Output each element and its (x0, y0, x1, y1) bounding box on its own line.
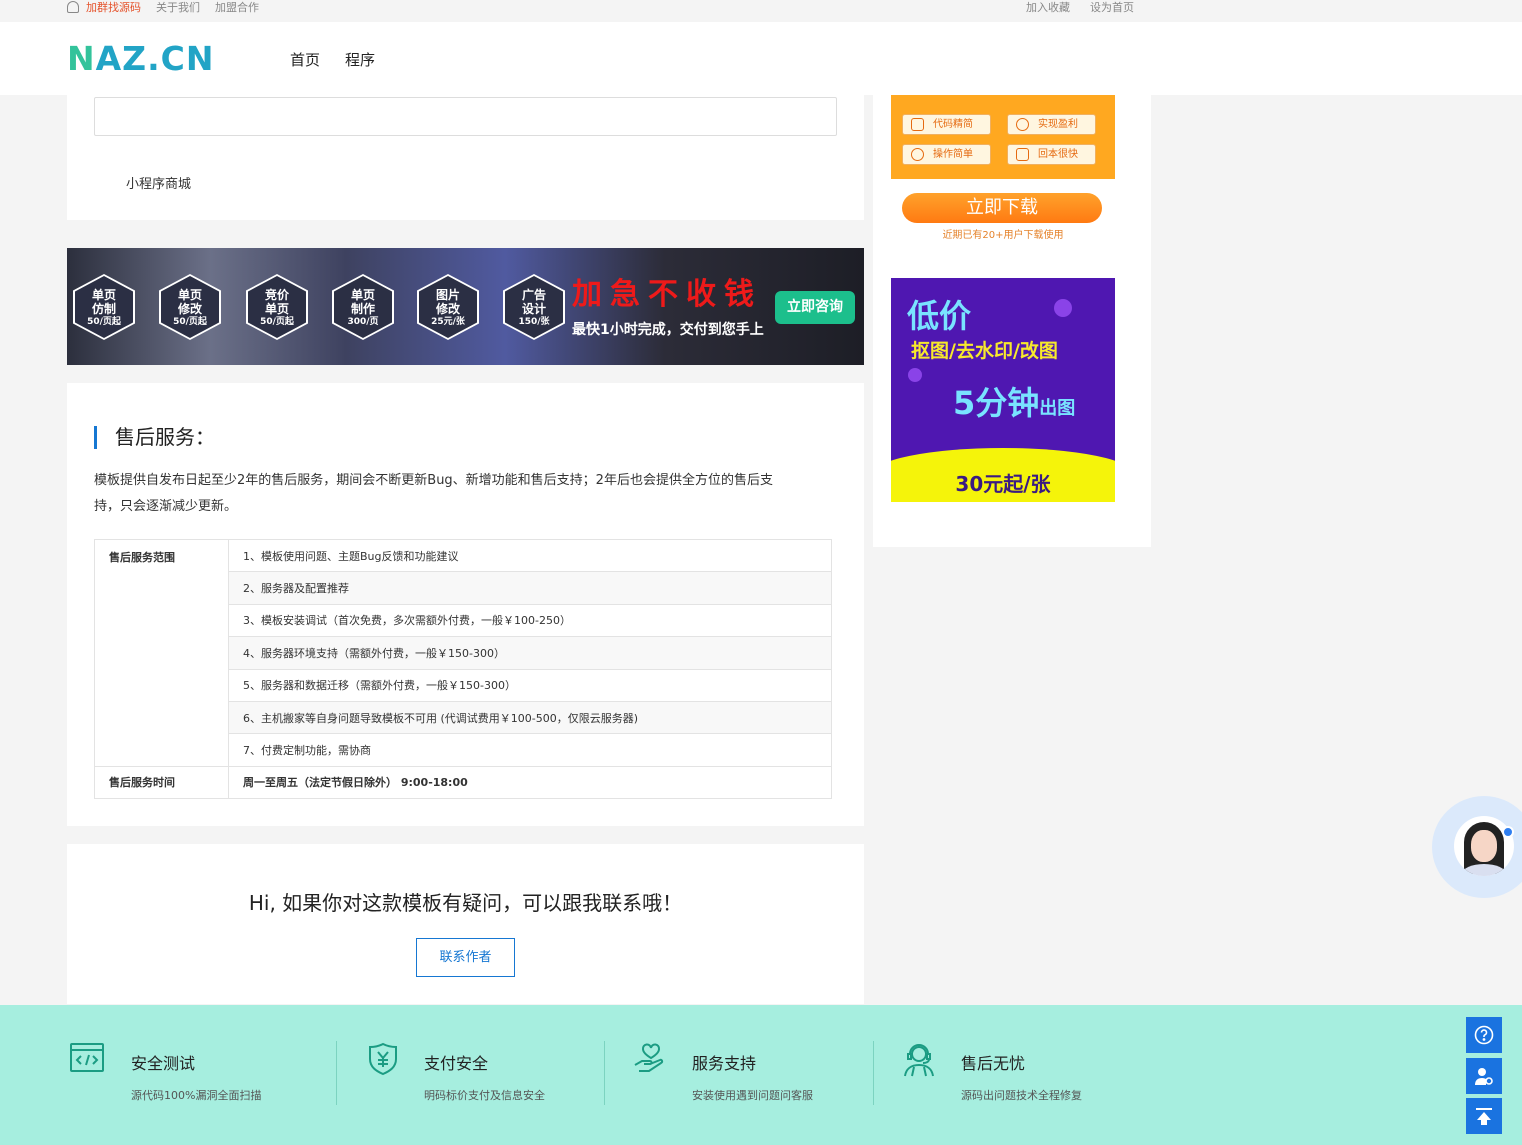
set-homepage-link[interactable]: 设为首页 (1090, 0, 1134, 15)
code-window-icon (70, 1043, 104, 1072)
table-cell: 4、服务器环境支持（需额外付费，一般￥150-300） (228, 636, 832, 670)
list-icon (911, 118, 924, 131)
feature-item: 安全测试 源代码100%漏洞全面扫描 (70, 1041, 330, 1105)
user-service-button[interactable] (1466, 1058, 1502, 1094)
feature-title: 售后无忧 (961, 1054, 1026, 1073)
headset-agent-icon (904, 1044, 934, 1077)
hex-badge: 竞价 单页 50/页起 (246, 274, 308, 340)
join-group-link[interactable]: 加群找源码 (86, 0, 141, 15)
main-nav: 首页 程序 (290, 49, 375, 70)
scope-label: 售后服务范围 (94, 539, 229, 767)
table-cell: 1、模板使用问题、主题Bug反馈和功能建议 (228, 538, 832, 573)
download-note: 近期已有20+用户下载使用 (942, 230, 1064, 241)
ad-line2: 抠图/去水印/改图 (911, 340, 1058, 362)
table-cell: 5、服务器和数据迁移（需额外付费，一般￥150-300） (228, 668, 832, 702)
hex-badge: 广告 设计 150/张 (503, 274, 565, 340)
ad-line3: 5分钟出图 (953, 384, 1076, 422)
time-label: 售后服务时间 (94, 765, 229, 800)
feature-desc: 源代码100%漏洞全面扫描 (131, 1089, 262, 1102)
ad-line4: 30元起/张 (955, 472, 1051, 496)
question-icon (1474, 1025, 1494, 1045)
top-bar: 加群找源码 关于我们 加盟合作 加入收藏 设为首页 (0, 0, 1522, 15)
banner-subtitle: 最快1小时完成，交付到您手上 (572, 322, 764, 338)
table-cell: 6、主机搬家等自身问题导致模板不可用 (代调试费用￥100-500，仅限云服务器… (228, 700, 832, 735)
divider (336, 1041, 337, 1105)
table-cell: 3、模板安装调试（首次免费，多次需额外付费，一般￥100-250） (228, 603, 832, 638)
shop-icon (1016, 148, 1029, 161)
banner-title: 加急不收钱 (572, 277, 762, 312)
site-header: NAZ.CN 首页 程序 (0, 22, 1522, 95)
divider (873, 1041, 874, 1105)
service-table: 售后服务范围 1、模板使用问题、主题Bug反馈和功能建议 2、服务器及配置推荐 … (94, 538, 832, 800)
help-button[interactable] (1466, 1017, 1502, 1053)
hex-badge: 图片 修改 25元/张 (417, 274, 479, 340)
footer-features: 安全测试 源代码100%漏洞全面扫描 支付安全 明码标价支付及信息安全 服务支持… (0, 1005, 1522, 1145)
ad-line1: 低价 (907, 297, 972, 335)
feature-item: 售后无忧 源码出问题技术全程修复 (902, 1041, 1132, 1105)
feature-pill: 操作简单 (902, 144, 991, 165)
table-cell: 2、服务器及配置推荐 (228, 571, 832, 605)
online-indicator (1502, 826, 1514, 838)
product-info-panel: 小程序商城 (67, 95, 864, 220)
feature-title: 安全测试 (131, 1054, 196, 1073)
service-banner[interactable]: 单页 仿制 50/页起 单页 修改 50/页起 竞价 单页 50/页起 单页 制作 300/页 … (67, 248, 864, 365)
about-us-link[interactable]: 关于我们 (156, 0, 200, 15)
feature-pill: 回本很快 (1007, 144, 1096, 165)
feature-item: 支付安全 明码标价支付及信息安全 (368, 1041, 598, 1105)
divider (604, 1041, 605, 1105)
coin-icon (1016, 118, 1029, 131)
feature-pill: 实现盈利 (1007, 114, 1096, 135)
avatar (1454, 816, 1514, 876)
partner-link[interactable]: 加盟合作 (215, 0, 259, 15)
arrow-up-icon (1476, 1108, 1492, 1125)
site-logo[interactable]: NAZ.CN (67, 42, 214, 76)
contact-panel: Hi, 如果你对这款模板有疑问，可以跟我联系哦！ 联系作者 (67, 844, 864, 1004)
yen-shield-icon (369, 1042, 397, 1076)
hex-badge: 单页 制作 300/页 (332, 274, 394, 340)
back-to-top-button[interactable] (1466, 1098, 1502, 1134)
feature-pill: 代码精简 (902, 114, 991, 135)
hex-badge: 单页 修改 50/页起 (159, 274, 221, 340)
user-settings-icon (1475, 1068, 1493, 1085)
after-sales-panel: 售后服务： 模板提供自发布日起至少2年的售后服务，期间会不断更新Bug、新增功能… (67, 383, 864, 826)
nav-home[interactable]: 首页 (290, 49, 320, 70)
section-title: 售后服务： (94, 426, 215, 449)
sidebar: 代码精简 实现盈利 操作简单 回本很快 立即下载 近期已有20+用户下载使用 低… (873, 95, 1151, 547)
table-cell: 7、付费定制功能，需协商 (228, 733, 832, 767)
product-tag[interactable]: 小程序商城 (126, 173, 191, 192)
user-icon (67, 1, 79, 13)
contact-author-button[interactable]: 联系作者 (416, 938, 515, 977)
feature-desc: 明码标价支付及信息安全 (424, 1089, 545, 1102)
contact-question: Hi, 如果你对这款模板有疑问，可以跟我联系哦！ (248, 891, 683, 915)
feature-title: 支付安全 (424, 1054, 489, 1073)
nav-programs[interactable]: 程序 (345, 49, 375, 70)
add-favorite-link[interactable]: 加入收藏 (1026, 0, 1070, 15)
time-value: 周一至周五（法定节假日除外） 9:00-18:00 (228, 765, 832, 800)
heart-hand-icon (634, 1043, 664, 1072)
hex-badge: 单页 仿制 50/页起 (73, 274, 135, 340)
feature-desc: 安装使用遇到问题问客服 (692, 1089, 813, 1102)
feature-title: 服务支持 (692, 1054, 757, 1073)
trend-icon (911, 148, 924, 161)
download-button[interactable]: 立即下载 (902, 193, 1102, 223)
table-row: 售后服务时间 周一至周五（法定节假日除外） 9:00-18:00 (94, 765, 832, 800)
feature-desc: 源码出问题技术全程修复 (961, 1089, 1082, 1102)
download-ad[interactable]: 代码精简 实现盈利 操作简单 回本很快 (891, 95, 1115, 179)
support-avatar[interactable] (1432, 796, 1522, 898)
content-box (94, 97, 837, 136)
table-row: 售后服务范围 1、模板使用问题、主题Bug反馈和功能建议 (94, 538, 832, 767)
section-description: 模板提供自发布日起至少2年的售后服务，期间会不断更新Bug、新增功能和售后支持；… (94, 473, 773, 514)
feature-item: 服务支持 安装使用遇到问题问客服 (634, 1041, 864, 1105)
image-edit-ad[interactable]: 低价 抠图/去水印/改图 5分钟出图 30元起/张 (891, 278, 1115, 502)
consult-button[interactable]: 立即咨询 (775, 291, 855, 324)
